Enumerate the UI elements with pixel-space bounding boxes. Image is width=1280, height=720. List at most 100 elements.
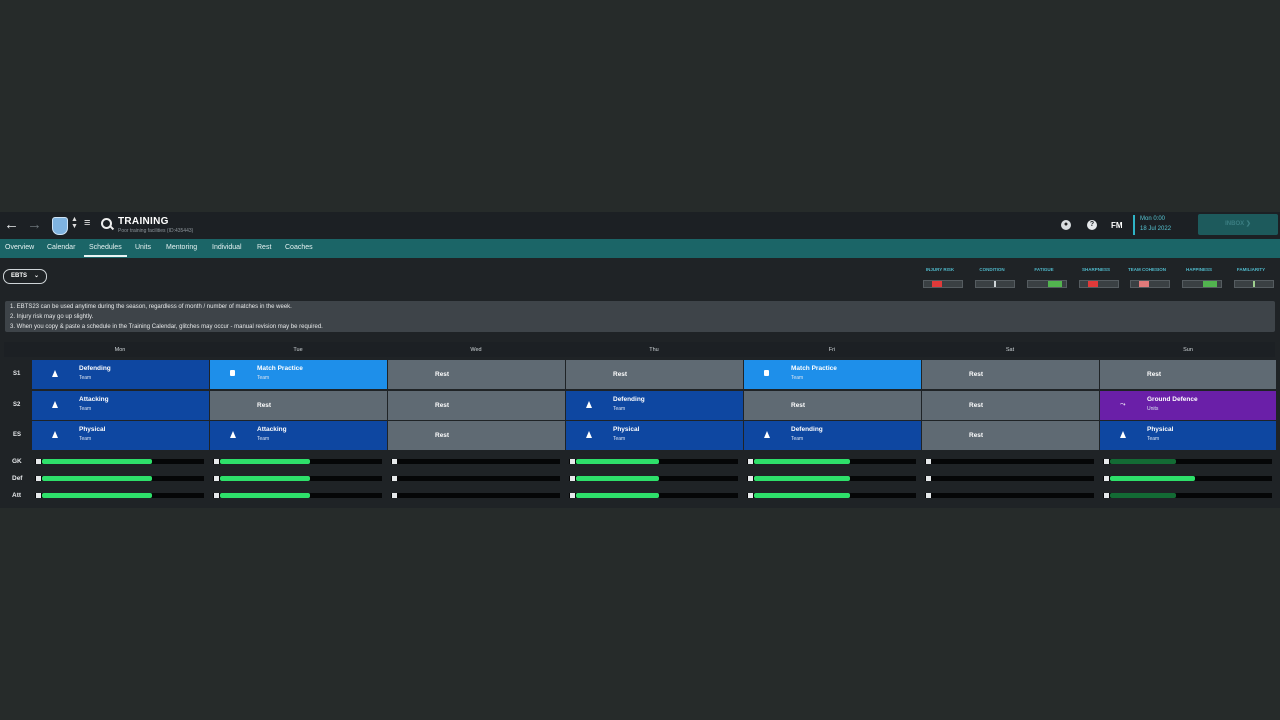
tab-mentoring[interactable]: Mentoring <box>166 244 197 251</box>
session-row-label: ES <box>13 432 22 438</box>
workload-marker <box>214 476 219 481</box>
cone-shape <box>52 431 58 438</box>
page-subtitle: Poor training facilities (ID:435443) <box>118 228 194 234</box>
workload-fill <box>220 493 310 498</box>
club-switch-icon[interactable]: ▲ ▼ <box>71 216 78 230</box>
indicator-meter <box>1130 280 1170 288</box>
forward-arrow-icon[interactable]: → <box>27 217 42 232</box>
current-time[interactable]: Mon 0:00 <box>1140 216 1165 222</box>
search-icon[interactable] <box>101 218 112 229</box>
workload-marker <box>214 493 219 498</box>
session-name: Rest <box>435 371 450 378</box>
session-unit: Team <box>613 406 626 412</box>
training-session[interactable]: Physical Team <box>566 421 743 450</box>
note-line: 2. Injury risk may go up slightly. <box>10 314 94 320</box>
session-unit: Units <box>1147 406 1159 412</box>
indicator-meter <box>1027 280 1067 288</box>
workload-marker <box>1104 493 1109 498</box>
tab-rest[interactable]: Rest <box>257 244 271 251</box>
session-name: Physical <box>79 426 106 433</box>
current-date[interactable]: 18 Jul 2022 <box>1140 226 1171 232</box>
training-session[interactable]: Match Practice Team <box>744 360 921 389</box>
inbox-label: INBOX <box>1225 221 1245 227</box>
workload-fill <box>220 476 310 481</box>
workload-bar <box>1103 459 1272 464</box>
back-arrow-icon[interactable]: ← <box>4 217 19 232</box>
session-unit: Team <box>1147 436 1160 442</box>
rest-slot[interactable]: Rest <box>210 391 387 420</box>
cone-shape <box>586 431 592 438</box>
rest-slot[interactable]: Rest <box>388 421 565 450</box>
schedule-dropdown-value: EBTS <box>11 273 28 279</box>
menu-icon[interactable]: ≡ <box>84 218 90 229</box>
rest-slot[interactable]: Rest <box>388 391 565 420</box>
tab-calendar[interactable]: Calendar <box>47 244 75 251</box>
workload-marker <box>570 476 575 481</box>
top-bar: ← → ▲ ▼ ≡ TRAINING Poor training faciliti… <box>0 212 1280 239</box>
workload-marker <box>36 459 41 464</box>
workload-marker <box>214 459 219 464</box>
session-name: Physical <box>613 426 640 433</box>
tab-schedules[interactable]: Schedules <box>89 244 122 251</box>
workload-bar <box>925 476 1094 481</box>
workload-fill <box>42 459 152 464</box>
training-session[interactable]: Match Practice Team <box>210 360 387 389</box>
rest-slot[interactable]: Rest <box>566 360 743 389</box>
club-crest-icon[interactable] <box>52 217 68 235</box>
session-unit: Team <box>791 375 804 381</box>
cone-icon <box>586 401 593 409</box>
workload-fill <box>1110 493 1176 498</box>
inbox-button[interactable]: INBOX ❯ <box>1198 214 1278 235</box>
training-session[interactable]: Physical Team <box>1100 421 1276 450</box>
help-icon[interactable]: ? <box>1087 220 1097 230</box>
indicator-label: FAMILIARITY <box>1236 267 1266 272</box>
cone-icon <box>586 431 593 439</box>
workload-bar <box>1103 476 1272 481</box>
ball-icon[interactable]: ● <box>1061 220 1071 230</box>
session-name: Match Practice <box>791 365 837 372</box>
cone-icon <box>1120 431 1127 439</box>
workload-bar <box>391 493 560 498</box>
training-session[interactable]: Physical Team <box>32 421 209 450</box>
cone-shape <box>52 401 58 408</box>
rest-slot[interactable]: Rest <box>744 391 921 420</box>
tab-bar: Overview Calendar Schedules Units Mentoring I… <box>0 239 1280 258</box>
rest-slot[interactable]: Rest <box>922 360 1099 389</box>
rest-slot[interactable]: Rest <box>922 421 1099 450</box>
tab-coaches[interactable]: Coaches <box>285 244 313 251</box>
date-accent <box>1133 215 1135 235</box>
cone-shape <box>764 431 770 438</box>
training-session[interactable]: Attacking Team <box>32 391 209 420</box>
boot-shape: ⤳ <box>1120 401 1126 408</box>
rest-slot[interactable]: Rest <box>388 360 565 389</box>
rest-slot[interactable]: Rest <box>1100 360 1276 389</box>
training-session[interactable]: ⤳ Ground Defence Units <box>1100 391 1276 420</box>
training-session[interactable]: Defending Team <box>32 360 209 389</box>
fm-logo[interactable]: FM <box>1111 221 1123 230</box>
boot-icon: ⤳ <box>1120 401 1127 409</box>
page-title: TRAINING <box>118 216 169 227</box>
training-session[interactable]: Defending Team <box>744 421 921 450</box>
rest-slot[interactable]: Rest <box>922 391 1099 420</box>
training-session[interactable]: Defending Team <box>566 391 743 420</box>
indicator-label: HAPPINESS <box>1185 267 1212 272</box>
workload-bar <box>213 459 382 464</box>
tab-units[interactable]: Units <box>135 244 151 251</box>
workload-bar <box>35 476 204 481</box>
tab-overview[interactable]: Overview <box>5 244 34 251</box>
session-name: Rest <box>969 371 984 378</box>
session-name: Rest <box>435 432 450 439</box>
workload-marker <box>392 459 397 464</box>
workload-fill <box>576 476 659 481</box>
schedule-dropdown[interactable]: EBTS ⌄ <box>3 269 47 284</box>
session-name: Rest <box>969 402 984 409</box>
workload-fill <box>1110 459 1176 464</box>
day-header-tue: Tue <box>293 347 303 353</box>
workload-bar <box>35 493 204 498</box>
workload-marker <box>926 476 931 481</box>
indicator-level <box>1088 281 1098 287</box>
chevron-down-icon: ⌄ <box>34 273 40 279</box>
session-unit: Team <box>257 375 270 381</box>
training-session[interactable]: Attacking Team <box>210 421 387 450</box>
tab-individual[interactable]: Individual <box>212 244 242 251</box>
